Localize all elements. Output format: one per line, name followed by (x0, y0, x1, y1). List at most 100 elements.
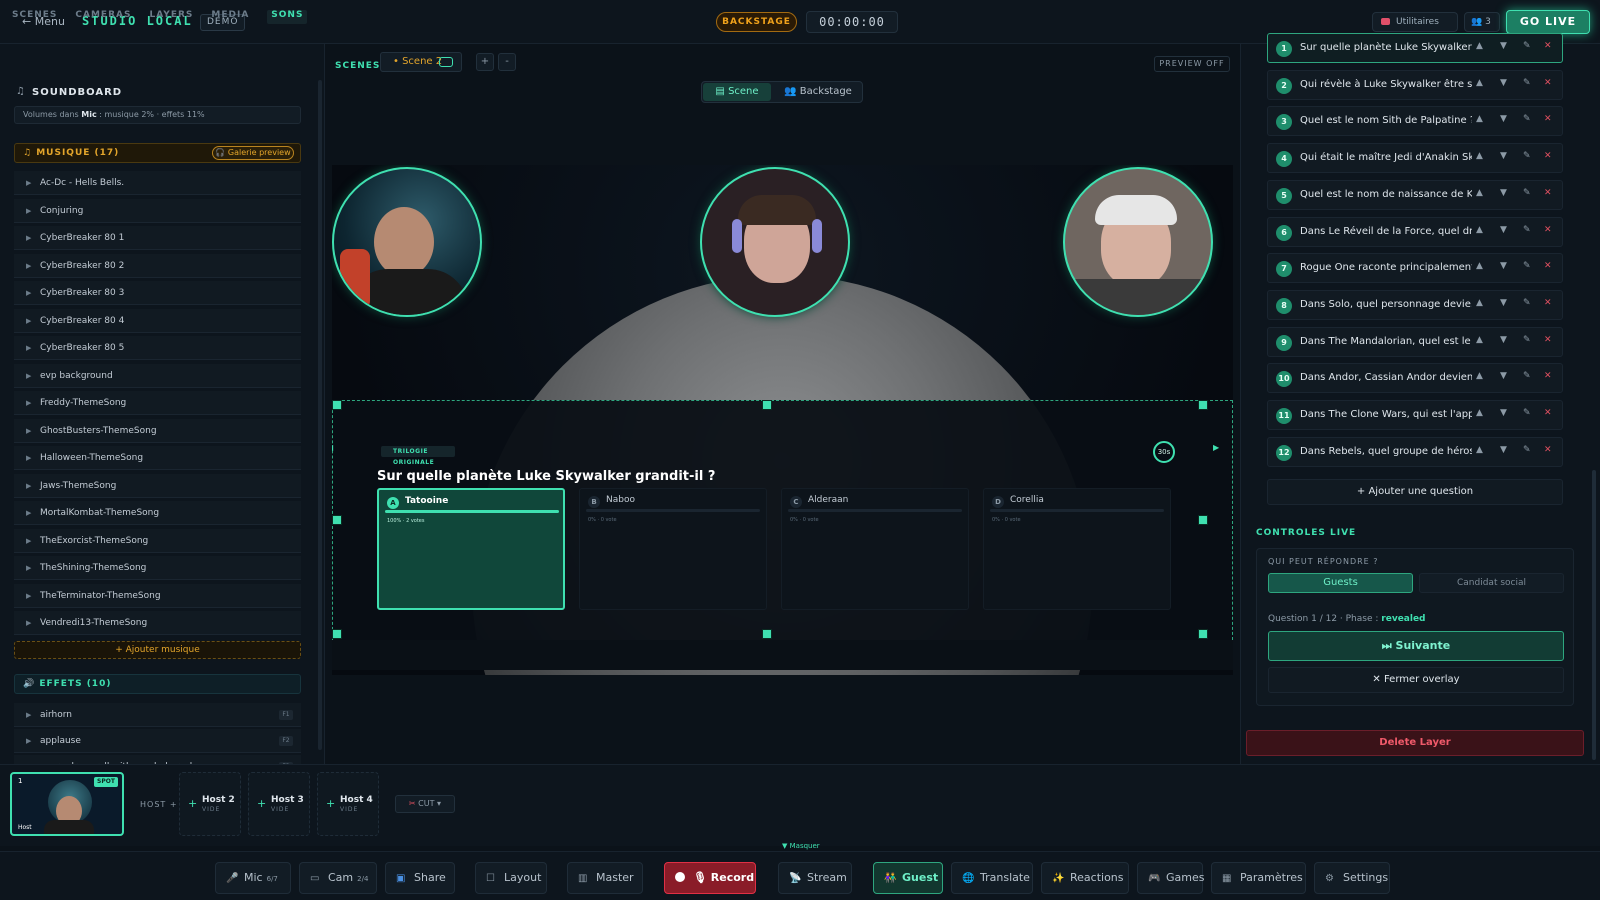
play-icon[interactable]: ▶ (26, 336, 31, 360)
cam-button[interactable]: ▭ Cam 2/4 (299, 862, 377, 894)
delete-icon[interactable]: ✕ (1544, 151, 1552, 161)
move-down-icon[interactable]: ▼ (1500, 188, 1507, 198)
move-up-icon[interactable]: ▲ (1476, 408, 1483, 418)
play-icon[interactable]: ▶ (26, 199, 31, 223)
move-up-icon[interactable]: ▲ (1476, 41, 1483, 51)
move-down-icon[interactable]: ▼ (1500, 335, 1507, 345)
tab-media[interactable]: MEDIA (211, 10, 249, 24)
play-icon[interactable]: ▶ (26, 364, 31, 388)
music-track-item[interactable]: ▶ MortalKombat-ThemeSong (14, 501, 301, 525)
masquer-toggle[interactable]: ▼ Masquer (782, 842, 820, 850)
utilitaires-button[interactable]: Utilitaires (1372, 12, 1458, 32)
question-row[interactable]: 4 Qui était le maître Jedi d'Anakin Sk...… (1267, 143, 1563, 174)
edit-icon[interactable]: ✎ (1523, 445, 1531, 455)
add-music-button[interactable]: + Ajouter musique (14, 641, 301, 659)
delete-icon[interactable]: ✕ (1544, 298, 1552, 308)
cut-button[interactable]: ✂ CUT ▾ (395, 795, 455, 813)
stage-preview[interactable]: ◀ ▶ TRILOGIE ORIGINALE Sur quelle planèt… (332, 165, 1233, 675)
quiz-overlay-layer[interactable]: ◀ ▶ TRILOGIE ORIGINALE Sur quelle planèt… (332, 400, 1233, 645)
remove-scene-button[interactable]: - (498, 53, 516, 71)
answer-c[interactable]: C Alderaan 0% · 0 vote (781, 488, 969, 610)
scene-tab-2[interactable]: • Scene 2 (380, 52, 462, 72)
move-up-icon[interactable]: ▲ (1476, 114, 1483, 124)
music-track-item[interactable]: ▶ Ac-Dc - Hells Bells. (14, 171, 301, 195)
delete-icon[interactable]: ✕ (1544, 114, 1552, 124)
move-down-icon[interactable]: ▼ (1500, 408, 1507, 418)
question-row[interactable]: 9 Dans The Mandalorian, quel est le ... ▲ ▼… (1267, 326, 1563, 357)
move-up-icon[interactable]: ▲ (1476, 335, 1483, 345)
stream-button[interactable]: 📡 Stream (778, 862, 852, 894)
users-button[interactable]: 👥 3 (1464, 12, 1500, 32)
translate-button[interactable]: 🌐 Translate (951, 862, 1033, 894)
parametres-button[interactable]: ▦ Paramètres (1211, 862, 1306, 894)
right-scrollbar[interactable] (1592, 470, 1596, 760)
delete-icon[interactable]: ✕ (1544, 188, 1552, 198)
host-4-slot[interactable]: + Host 4 VIDE (317, 772, 379, 836)
resize-handle-tl[interactable] (332, 400, 342, 410)
edit-icon[interactable]: ✎ (1523, 151, 1531, 161)
move-down-icon[interactable]: ▼ (1500, 298, 1507, 308)
edit-icon[interactable]: ✎ (1523, 225, 1531, 235)
music-track-item[interactable]: ▶ CyberBreaker 80 4 (14, 308, 301, 333)
music-track-item[interactable]: ▶ Conjuring (14, 198, 301, 223)
move-up-icon[interactable]: ▲ (1476, 298, 1483, 308)
toggle-scene[interactable]: ▤ Scene (703, 83, 771, 101)
delete-icon[interactable]: ✕ (1544, 408, 1552, 418)
music-track-item[interactable]: ▶ TheExorcist-ThemeSong (14, 528, 301, 553)
next-question-button[interactable]: ⏭ Suivante (1268, 631, 1564, 661)
layout-button[interactable]: ☐ Layout (475, 862, 547, 894)
edit-icon[interactable]: ✎ (1523, 335, 1531, 345)
move-up-icon[interactable]: ▲ (1476, 225, 1483, 235)
question-row[interactable]: 7 Rogue One raconte principalement... ▲ ▼ ✎ ✕ (1267, 253, 1563, 284)
close-overlay-button[interactable]: ✕ Fermer overlay (1268, 667, 1564, 693)
host-3-slot[interactable]: + Host 3 VIDE (248, 772, 310, 836)
question-row[interactable]: 6 Dans Le Réveil de la Force, quel dr... ▲… (1267, 216, 1563, 247)
music-track-item[interactable]: ▶ Freddy-ThemeSong (14, 391, 301, 415)
cam-host-1[interactable] (332, 167, 482, 317)
play-icon[interactable]: ▶ (26, 254, 31, 278)
edit-icon[interactable]: ✎ (1523, 261, 1531, 271)
toggle-backstage[interactable]: 👥 Backstage (774, 83, 862, 101)
games-button[interactable]: 🎮 Games (1137, 862, 1204, 894)
edit-icon[interactable]: ✎ (1523, 114, 1531, 124)
add-question-button[interactable]: + Ajouter une question (1267, 479, 1563, 505)
host-add-label[interactable]: HOST + (140, 800, 178, 809)
cam-host-3[interactable] (1063, 167, 1213, 317)
music-track-item[interactable]: ▶ Vendredi13-ThemeSong (14, 611, 301, 635)
move-down-icon[interactable]: ▼ (1500, 371, 1507, 381)
guests-option[interactable]: Guests (1268, 573, 1413, 593)
answer-b[interactable]: B Naboo 0% · 0 vote (579, 488, 767, 610)
move-up-icon[interactable]: ▲ (1476, 261, 1483, 271)
delete-icon[interactable]: ✕ (1544, 371, 1552, 381)
delete-icon[interactable]: ✕ (1544, 261, 1552, 271)
play-icon[interactable]: ▶ (26, 419, 31, 443)
music-track-item[interactable]: ▶ Halloween-ThemeSong (14, 446, 301, 470)
go-live-button[interactable]: GO LIVE (1506, 10, 1590, 34)
edit-icon[interactable]: ✎ (1523, 188, 1531, 198)
guest-button[interactable]: 👫 Guest (873, 862, 943, 894)
edit-icon[interactable]: ✎ (1523, 371, 1531, 381)
play-icon[interactable]: ▶ (26, 446, 31, 470)
edit-icon[interactable]: ✎ (1523, 408, 1531, 418)
question-row[interactable]: 12 Dans Rebels, quel groupe de héros... ▲ ▼… (1267, 436, 1563, 467)
play-icon[interactable]: ▶ (26, 501, 31, 525)
resize-handle-t[interactable] (762, 400, 772, 410)
delete-icon[interactable]: ✕ (1544, 445, 1552, 455)
move-down-icon[interactable]: ▼ (1500, 78, 1507, 88)
edit-icon[interactable]: ✎ (1523, 78, 1531, 88)
move-down-icon[interactable]: ▼ (1500, 41, 1507, 51)
resize-handle-r[interactable] (1198, 515, 1208, 525)
preview-off-button[interactable]: PREVIEW OFF (1154, 56, 1230, 72)
tab-cameras[interactable]: CAMERAS (75, 10, 131, 24)
resize-handle-b[interactable] (762, 629, 772, 639)
share-button[interactable]: ▣ Share (385, 862, 455, 894)
candidat-social-option[interactable]: Candidat social (1419, 573, 1564, 593)
move-down-icon[interactable]: ▼ (1500, 261, 1507, 271)
question-row[interactable]: 2 Qui révèle à Luke Skywalker être s... ▲ ▼… (1267, 69, 1563, 100)
reactions-button[interactable]: ✨ Reactions (1041, 862, 1129, 894)
answer-d[interactable]: D Corellia 0% · 0 vote (983, 488, 1171, 610)
play-icon[interactable]: ▶ (26, 391, 31, 415)
move-up-icon[interactable]: ▲ (1476, 78, 1483, 88)
answer-a[interactable]: A Tatooine 100% · 2 votes (377, 488, 565, 610)
delete-icon[interactable]: ✕ (1544, 335, 1552, 345)
